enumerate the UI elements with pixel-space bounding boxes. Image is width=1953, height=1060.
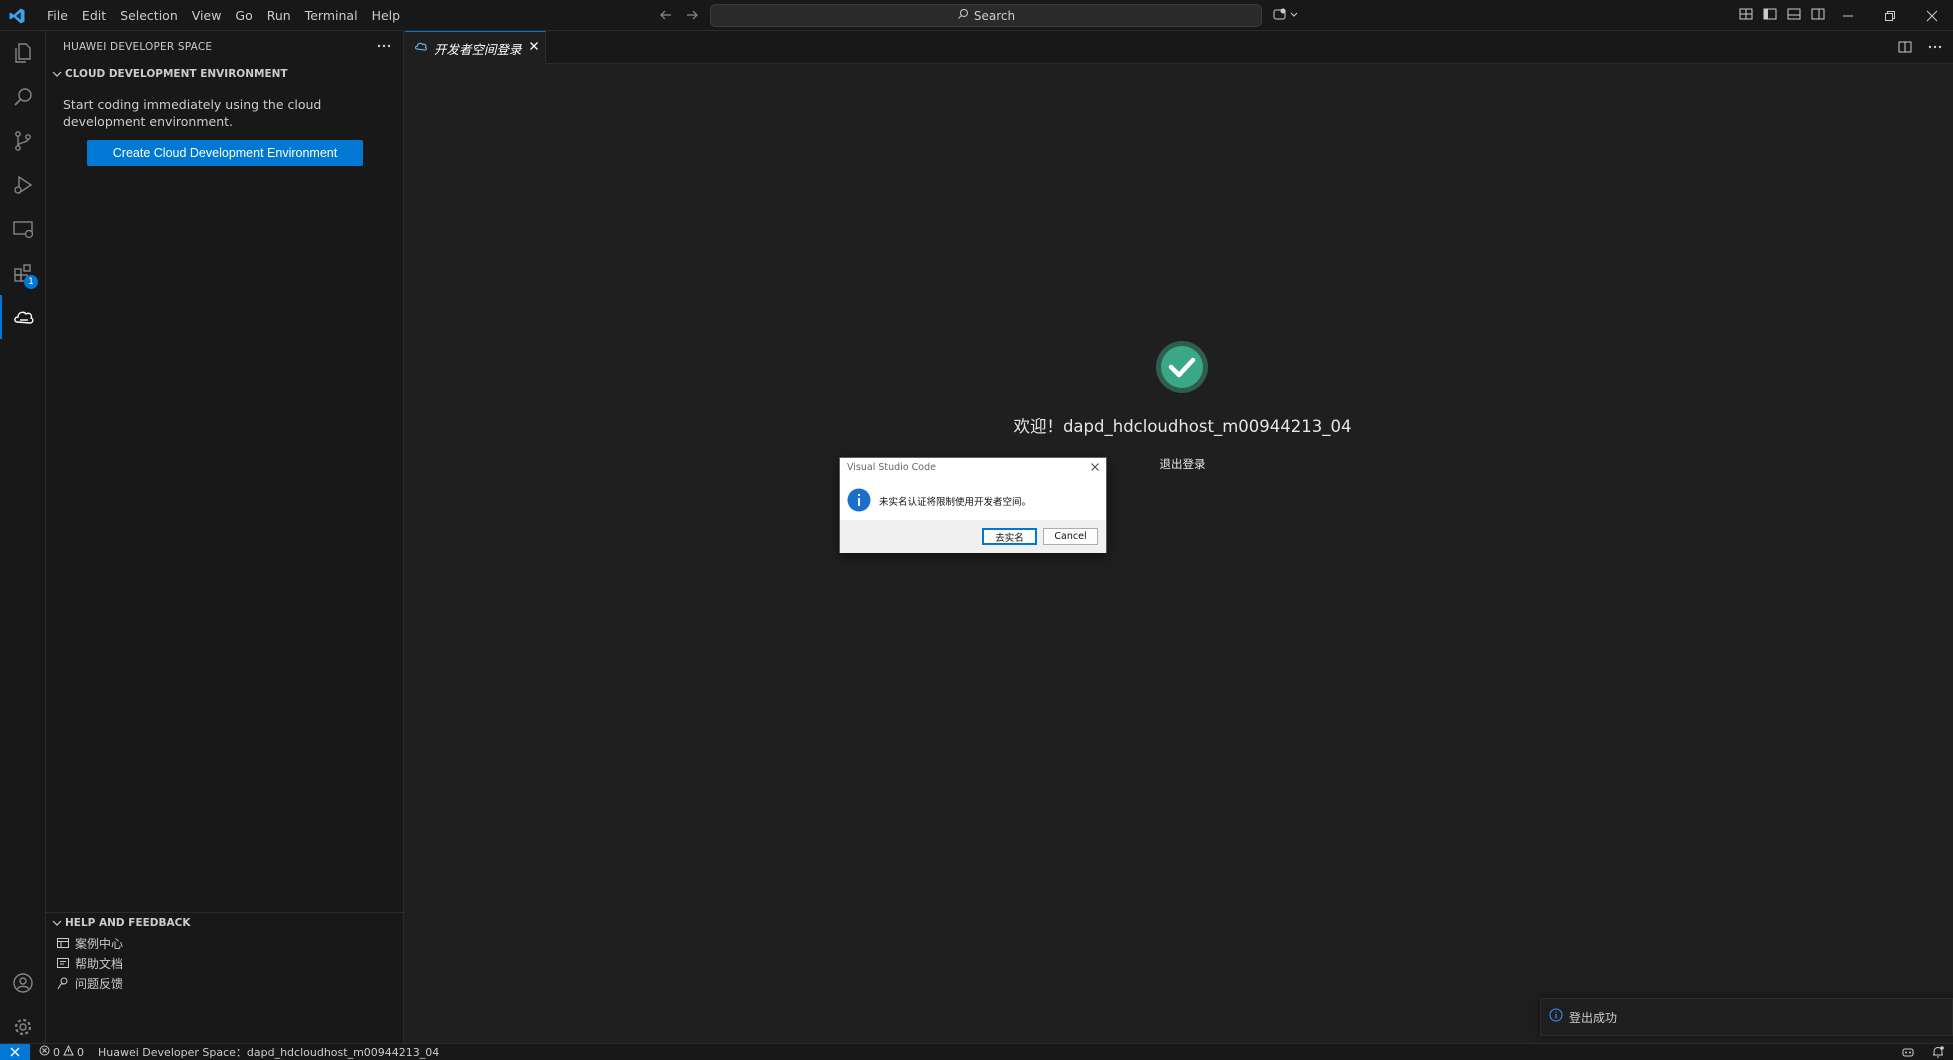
section-cloud-label: CLOUD DEVELOPMENT ENVIRONMENT bbox=[65, 68, 288, 80]
close-window-icon[interactable] bbox=[1911, 0, 1953, 31]
tab-developer-space-login[interactable]: 开发者空间登录 bbox=[405, 31, 546, 64]
dialog-message: 未实名认证将限制使用开发者空间。 bbox=[879, 497, 1032, 508]
toggle-secondary-sidebar-icon[interactable] bbox=[1810, 6, 1826, 22]
menu-file[interactable]: File bbox=[40, 0, 75, 31]
notifications-bell-icon[interactable] bbox=[1931, 1045, 1945, 1059]
restore-icon[interactable] bbox=[1869, 0, 1911, 31]
close-icon[interactable] bbox=[1089, 461, 1101, 473]
search-icon bbox=[957, 8, 969, 23]
huawei-developer-space-icon[interactable] bbox=[0, 295, 46, 339]
help-item-cases[interactable]: 案例中心 bbox=[56, 933, 123, 953]
error-icon bbox=[39, 1045, 50, 1059]
menu-view[interactable]: View bbox=[185, 0, 229, 31]
customize-layout-icon[interactable] bbox=[1738, 6, 1754, 22]
warning-count: 0 bbox=[77, 1045, 84, 1059]
success-check-icon bbox=[1155, 340, 1209, 394]
status-right-items bbox=[1901, 1045, 1945, 1059]
extensions-icon[interactable]: 1 bbox=[0, 251, 46, 295]
help-item-feedback[interactable]: 问题反馈 bbox=[56, 973, 123, 993]
layout-controls bbox=[1738, 6, 1826, 22]
search-label: Search bbox=[973, 8, 1016, 23]
warning-icon bbox=[63, 1044, 74, 1059]
toast-message: 登出成功 bbox=[1569, 1010, 1618, 1025]
source-control-icon[interactable] bbox=[0, 119, 46, 163]
remote-explorer-icon[interactable] bbox=[0, 207, 46, 251]
message-dialog: Visual Studio Code 未实名认证将限制使用开发者空间。 去实名 … bbox=[839, 457, 1107, 553]
back-arrow-icon[interactable] bbox=[658, 6, 674, 24]
menu-selection[interactable]: Selection bbox=[113, 0, 185, 31]
editor-actions bbox=[1897, 39, 1943, 55]
copilot-icon[interactable] bbox=[1272, 6, 1302, 24]
logout-link[interactable]: 退出登录 bbox=[405, 456, 1953, 472]
case-center-icon bbox=[56, 936, 70, 950]
status-bar: 0 0 Huawei Developer Space：dapd_hdcloudh… bbox=[0, 1043, 1953, 1060]
welcome-message: 欢迎！dapd_hdcloudhost_m00944213_04 bbox=[1013, 417, 1352, 436]
cloud-description: Start coding immediately using the cloud… bbox=[63, 97, 322, 129]
run-debug-icon[interactable] bbox=[0, 163, 46, 207]
navigation-arrows bbox=[658, 6, 700, 24]
search-view-icon[interactable] bbox=[0, 75, 46, 119]
tab-label: 开发者空间登录 bbox=[434, 41, 522, 57]
cloud-tab-icon bbox=[414, 39, 428, 57]
copilot-status-icon[interactable] bbox=[1901, 1045, 1915, 1059]
remote-indicator-button[interactable] bbox=[0, 1043, 30, 1060]
chevron-down-icon bbox=[49, 66, 65, 82]
more-actions-icon[interactable] bbox=[376, 39, 392, 53]
command-center-search[interactable]: Search bbox=[710, 4, 1262, 27]
minimize-icon[interactable] bbox=[1827, 0, 1869, 31]
more-actions-icon[interactable] bbox=[1927, 39, 1943, 55]
dialog-footer: 去实名 Cancel bbox=[840, 520, 1106, 553]
primary-sidebar: HUAWEI DEVELOPER SPACE CLOUD DEVELOPMENT… bbox=[46, 31, 404, 1043]
help-item-label: 问题反馈 bbox=[75, 976, 124, 991]
menu-go[interactable]: Go bbox=[228, 0, 259, 31]
verify-identity-button[interactable]: 去实名 bbox=[982, 528, 1037, 545]
chevron-down-icon bbox=[49, 915, 65, 931]
editor-webview: 欢迎！dapd_hdcloudhost_m00944213_04 退出登录 bbox=[405, 64, 1953, 1043]
menu-edit[interactable]: Edit bbox=[75, 0, 113, 31]
developer-space-status[interactable]: Huawei Developer Space：dapd_hdcloudhost_… bbox=[98, 1044, 439, 1060]
problems-indicator[interactable]: 0 0 bbox=[39, 1044, 84, 1059]
sidebar-title: HUAWEI DEVELOPER SPACE bbox=[63, 41, 213, 53]
extensions-badge: 1 bbox=[24, 275, 38, 289]
close-tab-icon[interactable] bbox=[528, 40, 540, 56]
section-help-label: HELP AND FEEDBACK bbox=[65, 917, 191, 929]
menu-terminal[interactable]: Terminal bbox=[298, 0, 365, 31]
dialog-title: Visual Studio Code bbox=[847, 462, 936, 473]
title-bar: File Edit Selection View Go Run Terminal… bbox=[0, 0, 1953, 31]
forward-arrow-icon[interactable] bbox=[684, 6, 700, 24]
section-cloud-dev-env[interactable]: CLOUD DEVELOPMENT ENVIRONMENT bbox=[46, 64, 404, 84]
toggle-primary-sidebar-icon[interactable] bbox=[1762, 6, 1778, 22]
editor-tabs: 开发者空间登录 bbox=[405, 31, 1953, 64]
menu-run[interactable]: Run bbox=[260, 0, 298, 31]
help-item-docs[interactable]: 帮助文档 bbox=[56, 953, 123, 973]
window-controls bbox=[1827, 0, 1953, 31]
vscode-logo-icon bbox=[8, 7, 26, 25]
menu-help[interactable]: Help bbox=[365, 0, 408, 31]
document-icon bbox=[56, 956, 70, 970]
notification-toast[interactable]: 登出成功 bbox=[1540, 998, 1953, 1036]
create-cloud-env-button[interactable]: Create Cloud Development Environment bbox=[87, 140, 363, 166]
accounts-icon[interactable] bbox=[0, 961, 46, 1005]
toggle-panel-icon[interactable] bbox=[1786, 6, 1802, 22]
section-help-feedback[interactable]: HELP AND FEEDBACK bbox=[46, 913, 404, 933]
info-icon bbox=[847, 488, 871, 512]
feedback-icon bbox=[56, 976, 70, 990]
explorer-icon[interactable] bbox=[0, 31, 46, 75]
error-count: 0 bbox=[53, 1045, 60, 1059]
info-icon bbox=[1549, 1008, 1563, 1026]
help-item-label: 案例中心 bbox=[75, 936, 124, 951]
split-editor-icon[interactable] bbox=[1897, 39, 1913, 55]
activity-bar: 1 bbox=[0, 31, 46, 1043]
cancel-button[interactable]: Cancel bbox=[1043, 528, 1098, 545]
help-item-label: 帮助文档 bbox=[75, 956, 124, 971]
menu-bar: File Edit Selection View Go Run Terminal… bbox=[40, 0, 407, 31]
